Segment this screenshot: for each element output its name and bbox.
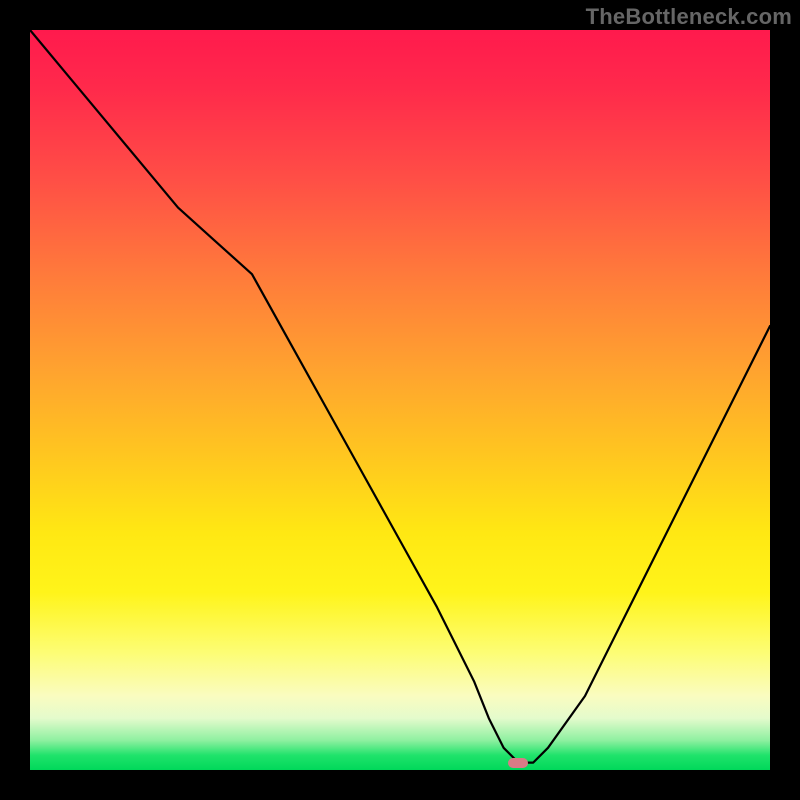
plot-area [30,30,770,770]
watermark-text: TheBottleneck.com [586,4,792,30]
chart-frame: TheBottleneck.com [0,0,800,800]
optimal-point-marker [508,758,528,768]
bottleneck-curve [30,30,770,770]
